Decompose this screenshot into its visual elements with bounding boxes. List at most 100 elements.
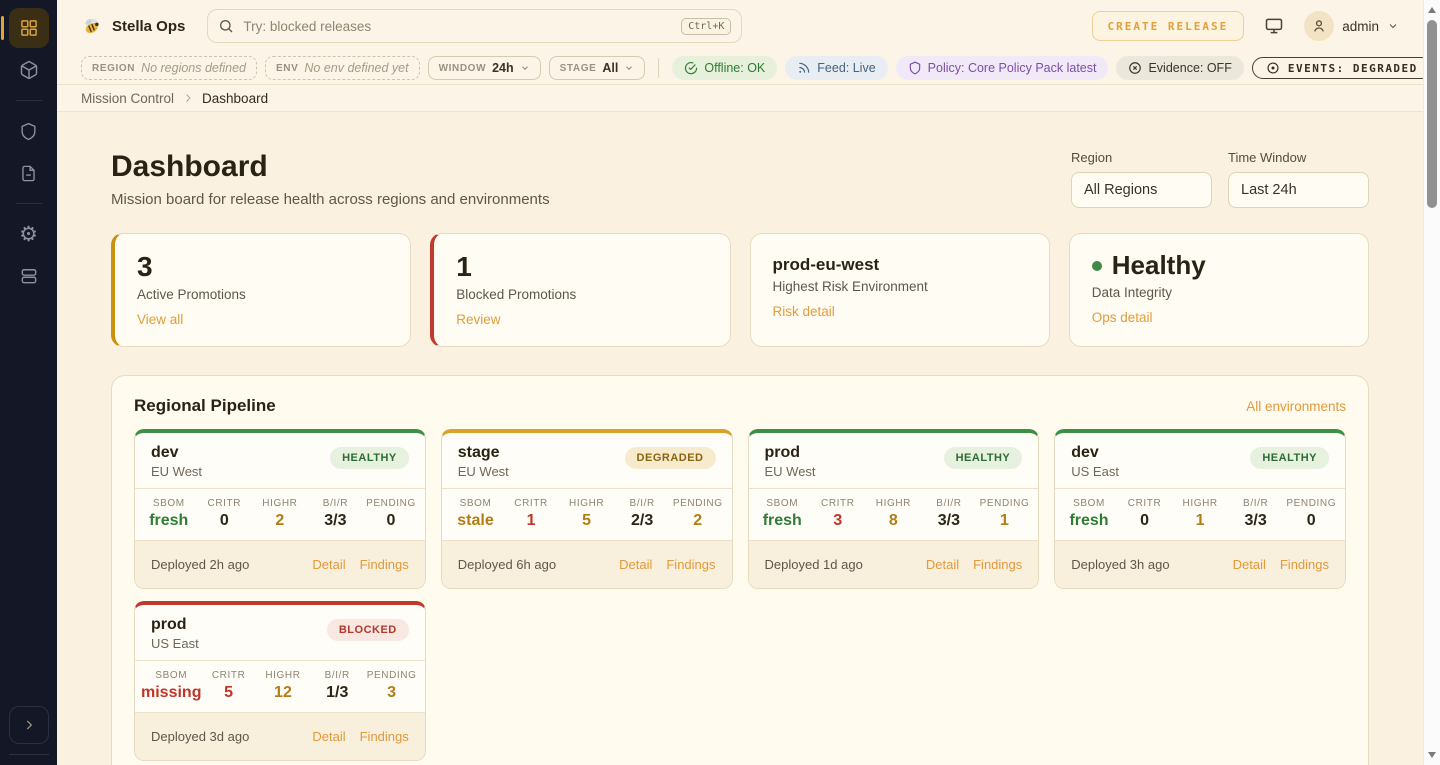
offline-status-pill[interactable]: Offline: OK (672, 56, 777, 80)
deployed-timestamp: Deployed 2h ago (151, 557, 249, 572)
region-name: US East (151, 636, 199, 651)
panel-header: Regional Pipeline All environments (134, 396, 1346, 416)
policy-status-pill[interactable]: Policy: Core Policy Pack latest (896, 56, 1109, 80)
card-value: 3 (137, 251, 388, 283)
events-status-button[interactable]: EVENTS: DEGRADED (1252, 57, 1432, 79)
pipeline-env-card: dev US East HEALTHY SBOM fresh CRITR 0 H… (1054, 429, 1346, 589)
region-context-chip[interactable]: REGION No regions defined (81, 56, 257, 80)
chip-value: No regions defined (141, 61, 246, 75)
sidebar-divider (9, 754, 49, 755)
stat-label: B/I/R (614, 498, 670, 509)
detail-link[interactable]: Detail (1233, 557, 1266, 572)
time-window-filter-select[interactable]: Last 24h (1228, 172, 1369, 208)
stat-value: 12 (256, 684, 310, 702)
pill-label: Feed: Live (817, 61, 875, 75)
stat-label: SBOM (141, 670, 201, 681)
sidebar-item-dashboard[interactable] (9, 8, 49, 48)
region-name: EU West (765, 464, 816, 479)
feed-status-pill[interactable]: Feed: Live (785, 56, 887, 80)
view-all-link[interactable]: View all (137, 312, 183, 327)
card-value: 1 (456, 251, 707, 283)
monitor-icon (1264, 16, 1284, 36)
stat-value: stale (448, 512, 504, 530)
brand-name: Stella Ops (112, 18, 185, 35)
region-filter-select[interactable]: All Regions (1071, 172, 1212, 208)
detail-link[interactable]: Detail (926, 557, 959, 572)
sidebar-item-packages[interactable] (9, 50, 49, 90)
env-context-chip[interactable]: ENV No env defined yet (265, 56, 420, 80)
stat-value: 3 (364, 684, 418, 702)
sidebar-item-documents[interactable] (9, 153, 49, 193)
findings-link[interactable]: Findings (360, 557, 409, 572)
stat-label: HIGHR (559, 498, 615, 509)
sidebar-item-infrastructure[interactable] (9, 256, 49, 296)
region-name: EU West (458, 464, 509, 479)
risk-detail-link[interactable]: Risk detail (773, 304, 835, 319)
stat-critr: CRITR 1 (503, 498, 559, 530)
evidence-status-pill[interactable]: Evidence: OFF (1116, 56, 1243, 80)
chevron-right-icon (182, 92, 194, 104)
stat-value: 3/3 (308, 512, 364, 530)
stat-label: SBOM (141, 498, 197, 509)
detail-link[interactable]: Detail (312, 557, 345, 572)
stats-row: SBOM stale CRITR 1 HIGHR 5 B/I/R 2/3 PEN… (442, 488, 732, 541)
sidebar: ⚙ (0, 0, 57, 765)
ops-detail-link[interactable]: Ops detail (1092, 310, 1153, 325)
detail-link[interactable]: Detail (619, 557, 652, 572)
top-bar: Stella Ops Ctrl+K CREATE RELEASE (57, 0, 1423, 52)
stat-label: HIGHR (252, 498, 308, 509)
findings-link[interactable]: Findings (1280, 557, 1329, 572)
stat-label: SBOM (448, 498, 504, 509)
global-search[interactable]: Ctrl+K (207, 9, 742, 43)
stat-value: 1 (503, 512, 559, 530)
sidebar-item-settings[interactable]: ⚙ (9, 214, 49, 254)
pill-label: Policy: Core Policy Pack latest (928, 61, 1097, 75)
chip-value: No env defined yet (304, 61, 408, 75)
regional-pipeline-panel: Regional Pipeline All environments dev E… (111, 375, 1369, 765)
stat-label: SBOM (1061, 498, 1117, 509)
scrollbar-thumb[interactable] (1427, 20, 1437, 208)
all-environments-link[interactable]: All environments (1246, 399, 1346, 414)
sidebar-item-security[interactable] (9, 111, 49, 151)
findings-link[interactable]: Findings (973, 557, 1022, 572)
stats-row: SBOM fresh CRITR 0 HIGHR 1 B/I/R 3/3 PEN… (1055, 488, 1345, 541)
stat-bir: B/I/R 2/3 (614, 498, 670, 530)
stat-critr: CRITR 0 (197, 498, 253, 530)
top-bar-actions: CREATE RELEASE admin (1092, 11, 1400, 41)
findings-link[interactable]: Findings (666, 557, 715, 572)
events-label: EVENTS: DEGRADED (1288, 62, 1418, 75)
chip-label: ENV (276, 63, 298, 74)
sidebar-expand-button[interactable] (9, 706, 49, 744)
detail-link[interactable]: Detail (312, 729, 345, 744)
findings-link[interactable]: Findings (360, 729, 409, 744)
window-dropdown[interactable]: WINDOW 24h (428, 56, 541, 80)
context-bar: REGION No regions defined ENV No env def… (57, 52, 1423, 85)
user-menu[interactable]: admin (1304, 11, 1399, 41)
scroll-up-arrow[interactable] (1424, 2, 1440, 18)
stat-bir: B/I/R 1/3 (310, 670, 364, 702)
breadcrumb-parent[interactable]: Mission Control (81, 91, 174, 106)
stat-pending: PENDING 0 (363, 498, 419, 530)
chip-label: STAGE (560, 63, 597, 74)
search-input[interactable] (243, 19, 672, 34)
create-release-button[interactable]: CREATE RELEASE (1092, 11, 1245, 41)
pipeline-card-header: prod EU West HEALTHY (749, 433, 1039, 488)
display-mode-button[interactable] (1264, 16, 1284, 36)
card-value: prod-eu-west (773, 251, 1027, 275)
deployed-timestamp: Deployed 6h ago (458, 557, 556, 572)
scroll-down-arrow[interactable] (1424, 747, 1440, 763)
stat-value: missing (141, 684, 201, 702)
sidebar-divider (16, 100, 42, 101)
page-filters: Region All Regions Time Window Last 24h (1071, 150, 1369, 208)
environment-name: dev (151, 444, 202, 462)
stat-value: 0 (363, 512, 419, 530)
pill-label: Evidence: OFF (1148, 61, 1231, 75)
stat-value: 8 (866, 512, 922, 530)
chip-value: 24h (492, 61, 514, 75)
stat-value: fresh (1061, 512, 1117, 530)
stage-dropdown[interactable]: STAGE All (549, 56, 646, 80)
stat-label: PENDING (363, 498, 419, 509)
review-link[interactable]: Review (456, 312, 500, 327)
avatar (1304, 11, 1334, 41)
vertical-scrollbar[interactable] (1423, 0, 1440, 765)
